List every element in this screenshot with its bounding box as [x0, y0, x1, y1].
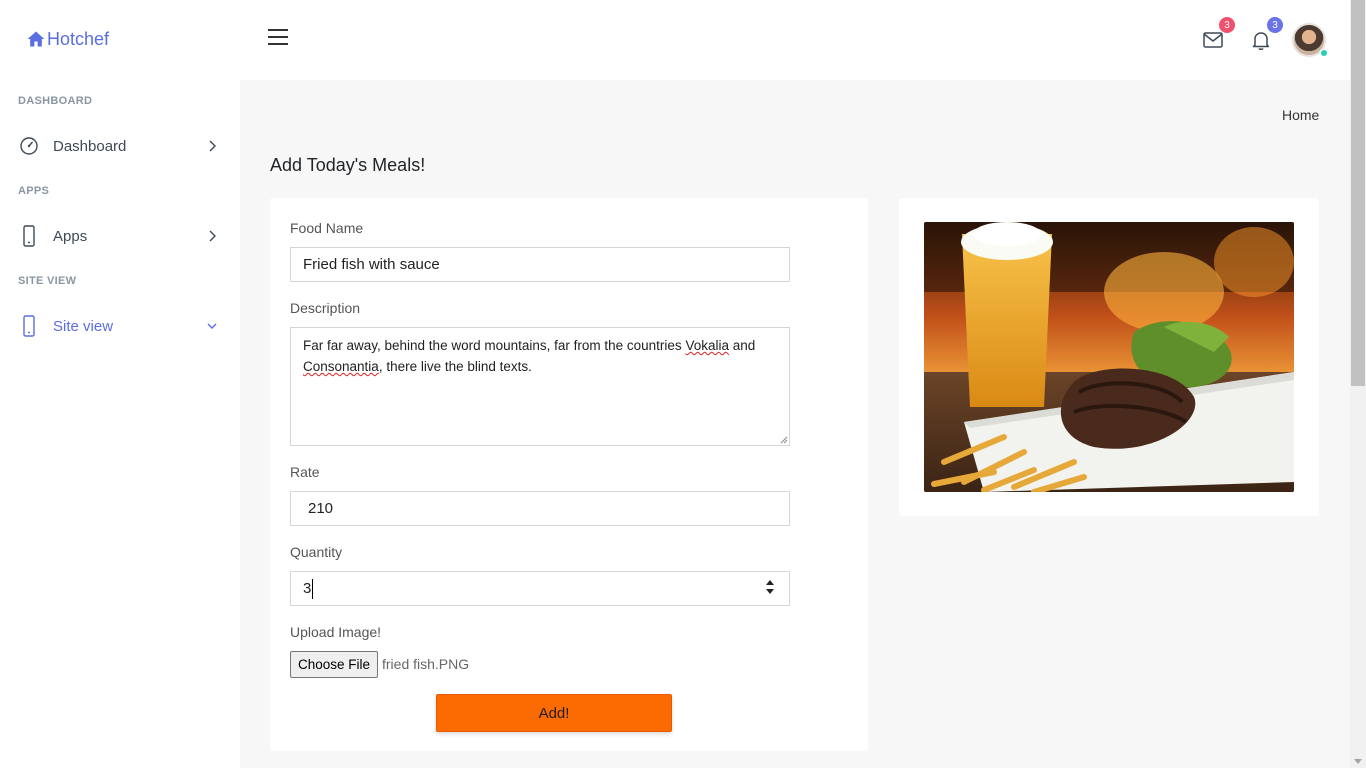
stepper-up-icon[interactable] — [766, 580, 774, 585]
section-title-site-view: SITE VIEW — [18, 275, 77, 287]
meal-form-card: Food Name Fried fish with sauce Descript… — [270, 198, 868, 751]
envelope-icon — [1203, 32, 1223, 48]
page-title: Add Today's Meals! — [270, 155, 426, 175]
menu-toggle-button[interactable] — [268, 29, 288, 47]
description-text: , there live the blind texts. — [378, 359, 532, 374]
notifications-count-badge: 3 — [1267, 17, 1283, 33]
sidebar-item-label: Apps — [53, 227, 88, 245]
sidebar-item-label: Site view — [53, 317, 114, 335]
choose-file-button[interactable]: Choose File — [290, 651, 378, 678]
gauge-icon — [19, 135, 39, 157]
misspelled-word: Vokalia — [685, 338, 729, 353]
brand-name: Hotchef — [47, 28, 110, 49]
stepper-arrows[interactable] — [765, 580, 775, 598]
meal-preview-image — [924, 222, 1294, 492]
meal-preview-card — [899, 198, 1319, 516]
sidebar-item-apps[interactable]: Apps — [0, 216, 240, 256]
mobile-icon — [19, 315, 39, 337]
description-label: Description — [290, 300, 361, 316]
rate-label: Rate — [290, 464, 320, 480]
chevron-right-icon — [206, 230, 218, 242]
description-text: Far far away, behind the word mountains,… — [303, 338, 686, 353]
topbar: 3 3 — [240, 0, 1350, 80]
sidebar-item-site-view[interactable]: Site view — [0, 306, 240, 346]
food-name-input[interactable]: Fried fish with sauce — [290, 247, 790, 282]
home-icon — [27, 31, 45, 47]
messages-count-badge: 3 — [1219, 17, 1235, 33]
description-textarea[interactable]: Far far away, behind the word mountains,… — [290, 327, 790, 446]
chevron-right-icon — [206, 140, 218, 152]
misspelled-word: Consonantia — [303, 359, 379, 374]
bell-icon — [1252, 32, 1270, 50]
food-name-label: Food Name — [290, 220, 364, 236]
breadcrumb[interactable]: Home — [1282, 107, 1319, 123]
sidebar-item-label: Dashboard — [53, 137, 127, 155]
mobile-icon — [19, 225, 39, 247]
online-status-dot — [1320, 49, 1328, 57]
selected-file-name: fried fish.PNG — [382, 656, 470, 672]
chevron-down-icon — [206, 320, 218, 332]
user-avatar[interactable] — [1292, 23, 1328, 57]
notifications-button[interactable]: 3 — [1249, 17, 1283, 52]
quantity-stepper[interactable]: 3 — [290, 571, 790, 606]
brand-logo[interactable]: Hotchef — [26, 28, 109, 50]
resize-handle-icon[interactable] — [780, 436, 788, 444]
sidebar-item-dashboard[interactable]: Dashboard — [0, 126, 240, 166]
upload-label: Upload Image! — [290, 624, 382, 640]
quantity-value: 3 — [303, 580, 312, 597]
text-caret — [312, 578, 314, 599]
description-text: and — [728, 338, 756, 353]
sidebar: Hotchef DASHBOARD Dashboard APPS Apps SI… — [0, 0, 240, 768]
page-scrollbar[interactable] — [1350, 0, 1366, 768]
section-title-dashboard: DASHBOARD — [18, 95, 93, 107]
section-title-apps: APPS — [18, 185, 50, 197]
scrollbar-thumb[interactable] — [1351, 0, 1365, 386]
messages-button[interactable]: 3 — [1201, 17, 1235, 52]
quantity-label: Quantity — [290, 544, 343, 560]
add-meal-button[interactable]: Add! — [436, 694, 672, 732]
stepper-down-icon[interactable] — [766, 589, 774, 594]
scroll-down-icon[interactable] — [1354, 759, 1362, 764]
rate-input[interactable]: 210 — [290, 491, 790, 526]
